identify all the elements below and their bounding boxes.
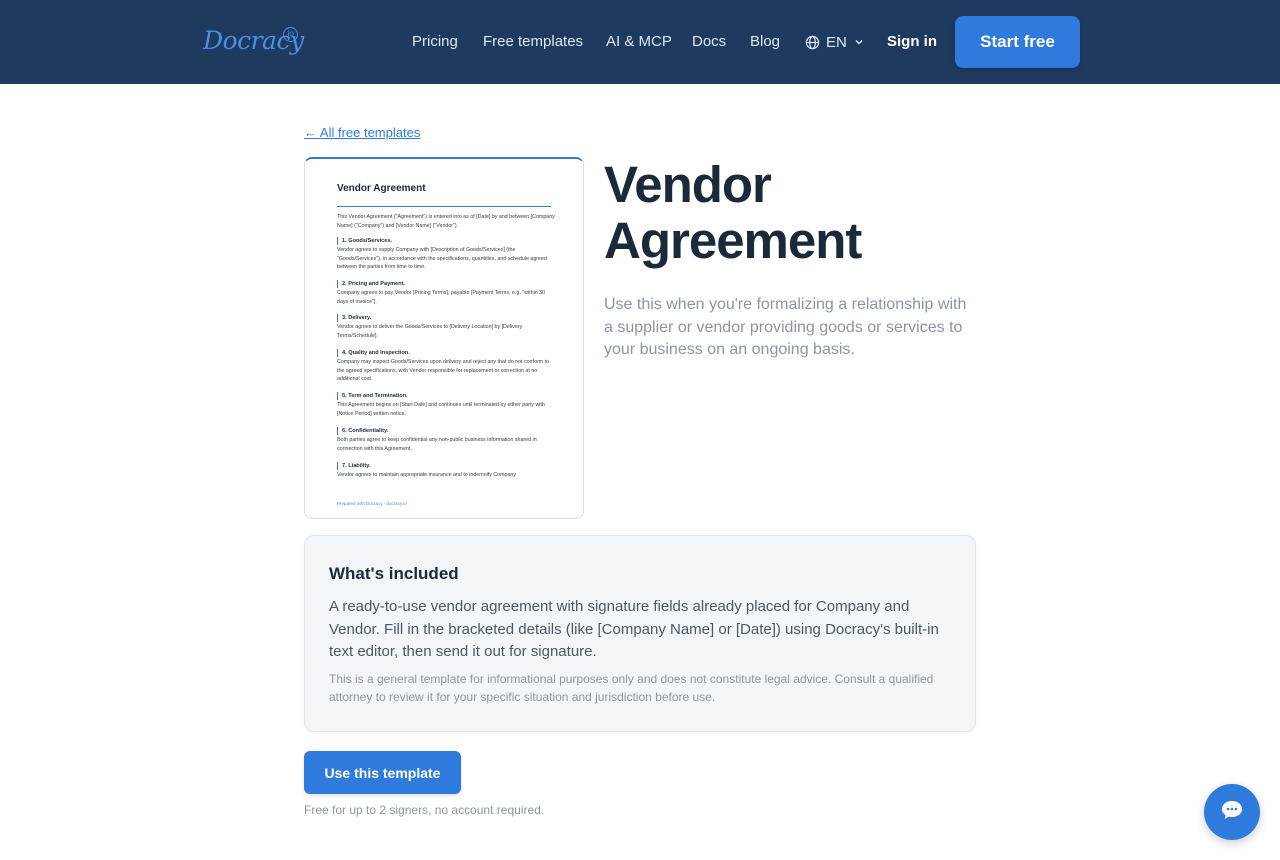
logo-badge: io xyxy=(283,27,298,42)
preview-section-heading: 4. Quality and Inspection. xyxy=(337,349,410,357)
preview-footer: Prepared with Docracy · docracy.io xyxy=(337,501,407,506)
page-description: Use this when you're formalizing a relat… xyxy=(604,296,967,358)
chat-launcher-button[interactable] xyxy=(1204,784,1260,840)
preview-divider xyxy=(337,206,551,207)
page-title: Vendor Agreement xyxy=(604,156,862,269)
site-header: Docracy io Pricing Free templates AI & M… xyxy=(0,0,1280,84)
start-free-button[interactable]: Start free xyxy=(955,16,1080,68)
sign-in-link[interactable]: Sign in xyxy=(887,32,937,52)
cta-note: Free for up to 2 signers, no account req… xyxy=(304,803,545,817)
preview-title: Vendor Agreement xyxy=(337,183,426,194)
preview-intro: This Vendor Agreement ("Agreement") is e… xyxy=(337,214,555,229)
preview-section-text: Vendor agrees to maintain appropriate in… xyxy=(337,472,517,478)
legal-disclaimer: This is a general template for informati… xyxy=(329,672,934,704)
document-preview[interactable]: Vendor Agreement This Vendor Agreement (… xyxy=(304,157,584,519)
preview-section-text: Vendor agrees to supply Company with [De… xyxy=(337,247,547,271)
preview-section-text: Company may inspect Goods/Services upon … xyxy=(337,359,549,383)
chevron-down-icon xyxy=(854,37,864,47)
nav-ai-mcp[interactable]: AI & MCP xyxy=(606,32,672,52)
preview-section-heading: 3. Delivery. xyxy=(337,314,371,322)
nav-blog[interactable]: Blog xyxy=(750,32,780,52)
whats-included-body: A ready-to-use vendor agreement with sig… xyxy=(329,598,939,660)
preview-section-text: Both parties agree to keep confidential … xyxy=(337,437,537,452)
preview-section-text: Company agrees to pay Vendor [Pricing Te… xyxy=(337,290,546,305)
back-to-templates-link[interactable]: ← All free templates xyxy=(304,125,420,141)
preview-section-heading: 6. Confidentiality. xyxy=(337,427,388,435)
nav-docs[interactable]: Docs xyxy=(692,32,726,52)
preview-section-text: Vendor agrees to deliver the Goods/Servi… xyxy=(337,324,523,339)
language-selector[interactable]: EN xyxy=(805,32,864,52)
preview-section-heading: 2. Pricing and Payment. xyxy=(337,280,405,288)
preview-section-text: This Agreement begins on [Start Date] an… xyxy=(337,402,545,417)
whats-included-heading: What's included xyxy=(329,564,459,583)
nav-pricing[interactable]: Pricing xyxy=(412,32,458,52)
preview-section-heading: 1. Goods/Services. xyxy=(337,237,392,245)
globe-icon xyxy=(805,35,820,50)
nav-free-templates[interactable]: Free templates xyxy=(483,32,583,52)
docracy-logo[interactable]: Docracy io xyxy=(203,24,304,60)
language-label: EN xyxy=(826,33,847,51)
whats-included-box: What's included A ready-to-use vendor ag… xyxy=(304,535,976,732)
chat-bubble-icon xyxy=(1220,799,1244,826)
use-template-button[interactable]: Use this template xyxy=(304,751,461,794)
preview-section-heading: 7. Liability. xyxy=(337,462,371,470)
preview-section-heading: 5. Term and Termination. xyxy=(337,392,408,400)
